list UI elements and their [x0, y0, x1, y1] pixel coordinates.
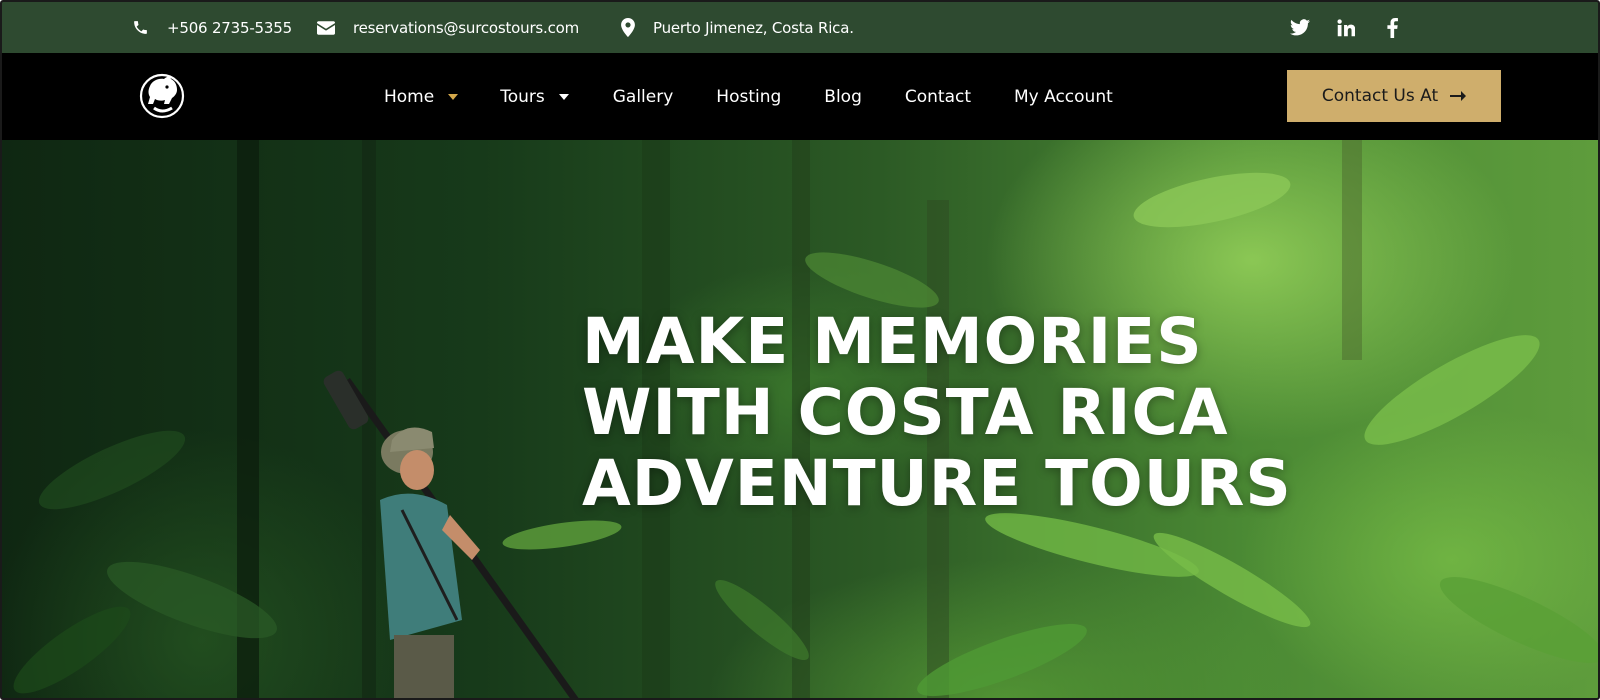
- nav-gallery-label: Gallery: [612, 86, 674, 107]
- facebook-icon[interactable]: [1382, 17, 1402, 38]
- phone-contact[interactable]: +506 2735-5355: [132, 2, 292, 53]
- nav-item-blog[interactable]: Blog: [824, 87, 862, 107]
- nav-tours-label: Tours: [500, 86, 545, 107]
- nav-my-account-label: My Account: [1014, 86, 1113, 107]
- arrow-right-icon: [1450, 91, 1467, 101]
- nav-home-label: Home: [384, 86, 435, 107]
- main-navbar: Home Tours Gallery Hosting Blog Contact …: [2, 53, 1598, 140]
- location-contact[interactable]: Puerto Jimenez, Costa Rica.: [621, 2, 854, 53]
- twitter-icon[interactable]: [1290, 18, 1310, 38]
- site-logo[interactable]: [136, 68, 188, 120]
- social-links: [1290, 2, 1402, 53]
- hero-banner: MAKE MEMORIES WITH COSTA RICA ADVENTURE …: [2, 140, 1598, 698]
- contact-us-label: Contact Us At: [1321, 86, 1439, 106]
- hero-title-line: MAKE MEMORIES: [582, 305, 1203, 378]
- phone-number: +506 2735-5355: [167, 18, 292, 37]
- envelope-icon: [317, 20, 335, 35]
- email-contact[interactable]: reservations@surcostours.com: [317, 2, 579, 53]
- contact-us-button[interactable]: Contact Us At: [1287, 70, 1501, 122]
- chevron-down-icon: [448, 93, 459, 100]
- chevron-down-icon: [558, 93, 569, 100]
- location-text: Puerto Jimenez, Costa Rica.: [653, 18, 854, 37]
- top-info-bar: +506 2735-5355 reservations@surcostours.…: [2, 2, 1598, 53]
- nav-item-home[interactable]: Home: [384, 86, 459, 107]
- hero-title-line: ADVENTURE TOURS: [582, 447, 1292, 520]
- nav-item-my-account[interactable]: My Account: [1014, 87, 1113, 107]
- linkedin-icon[interactable]: [1336, 18, 1356, 38]
- nav-contact-label: Contact: [904, 86, 971, 107]
- nav-item-tours[interactable]: Tours: [500, 87, 569, 107]
- map-pin-icon: [621, 18, 635, 37]
- nav-item-contact[interactable]: Contact: [905, 87, 971, 107]
- phone-icon: [134, 21, 147, 34]
- hero-title-line: WITH COSTA RICA: [582, 376, 1229, 449]
- primary-navigation: Home Tours Gallery Hosting Blog Contact …: [384, 53, 1113, 140]
- nav-hosting-label: Hosting: [716, 86, 782, 107]
- nav-item-gallery[interactable]: Gallery: [613, 87, 674, 107]
- nav-item-hosting[interactable]: Hosting: [716, 87, 781, 107]
- page-frame: +506 2735-5355 reservations@surcostours.…: [0, 0, 1600, 700]
- hero-title: MAKE MEMORIES WITH COSTA RICA ADVENTURE …: [582, 306, 1362, 519]
- email-address: reservations@surcostours.com: [353, 18, 580, 37]
- nav-blog-label: Blog: [824, 86, 862, 107]
